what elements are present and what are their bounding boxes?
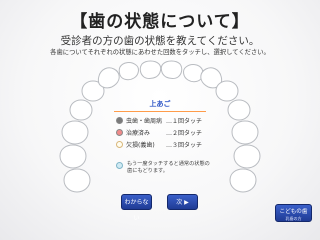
legend-action: …１回タッチ [166,118,203,125]
tooth-ul3[interactable] [97,67,120,89]
tooth-ul6[interactable] [61,120,89,145]
tooth-ur4[interactable] [215,80,239,102]
legend-label: 欠損(義歯) [126,142,155,149]
reset-note: もう一度タッチすると通常の状態の歯にもどります。 [116,161,212,175]
legend-row-missing: 欠損(義歯) …３回タッチ [116,140,202,149]
tooth-ur5[interactable] [227,99,251,121]
tooth-ur7[interactable] [233,144,261,169]
missing-swatch-icon [116,141,123,148]
legend-label: 治療済み [126,130,151,137]
tooth-ur1[interactable] [160,60,183,79]
legend-row-decay: 虫歯・歯周病 …１回タッチ [116,116,202,125]
reset-note-text: もう一度タッチすると通常の状態の歯にもどります。 [127,161,210,174]
normal-swatch-icon [116,162,123,169]
tooth-ur8[interactable] [229,168,257,193]
legend-label: 虫歯・歯周病 [126,118,163,125]
tooth-ul5[interactable] [69,99,93,121]
tooth-ur2[interactable] [183,64,204,83]
treated-swatch-icon [116,129,123,136]
tooth-ur6[interactable] [231,120,259,145]
tooth-ul7[interactable] [59,144,87,169]
legend-action: …２回タッチ [166,130,203,137]
next-button[interactable]: 次 ▶ [167,194,198,210]
legend-row-treated: 治療済み …２回タッチ [116,128,202,137]
legend-divider [114,111,206,112]
decay-swatch-icon [116,117,123,124]
tooth-ul1[interactable] [139,60,162,79]
child-teeth-sublabel: 乳歯の方 [285,216,302,221]
legend-panel: 上あご 虫歯・歯周病 …１回タッチ 治療済み …２回タッチ 欠損(義歯) …３回タッチ… [110,99,210,175]
tooth-ul2[interactable] [118,62,139,81]
upper-jaw-label: 上あご [149,100,171,108]
dental-chart-screen: 【歯の状態について】 受診者の方の歯の状態を教えてください。 各歯についてそれぞ… [0,0,320,240]
child-teeth-label: こどもの歯 [279,209,308,215]
tooth-ul8[interactable] [63,168,91,193]
unknown-button[interactable]: わからない [121,194,152,222]
child-teeth-button[interactable]: こどもの歯 乳歯の方 [275,204,312,222]
legend-action: …３回タッチ [166,142,203,149]
